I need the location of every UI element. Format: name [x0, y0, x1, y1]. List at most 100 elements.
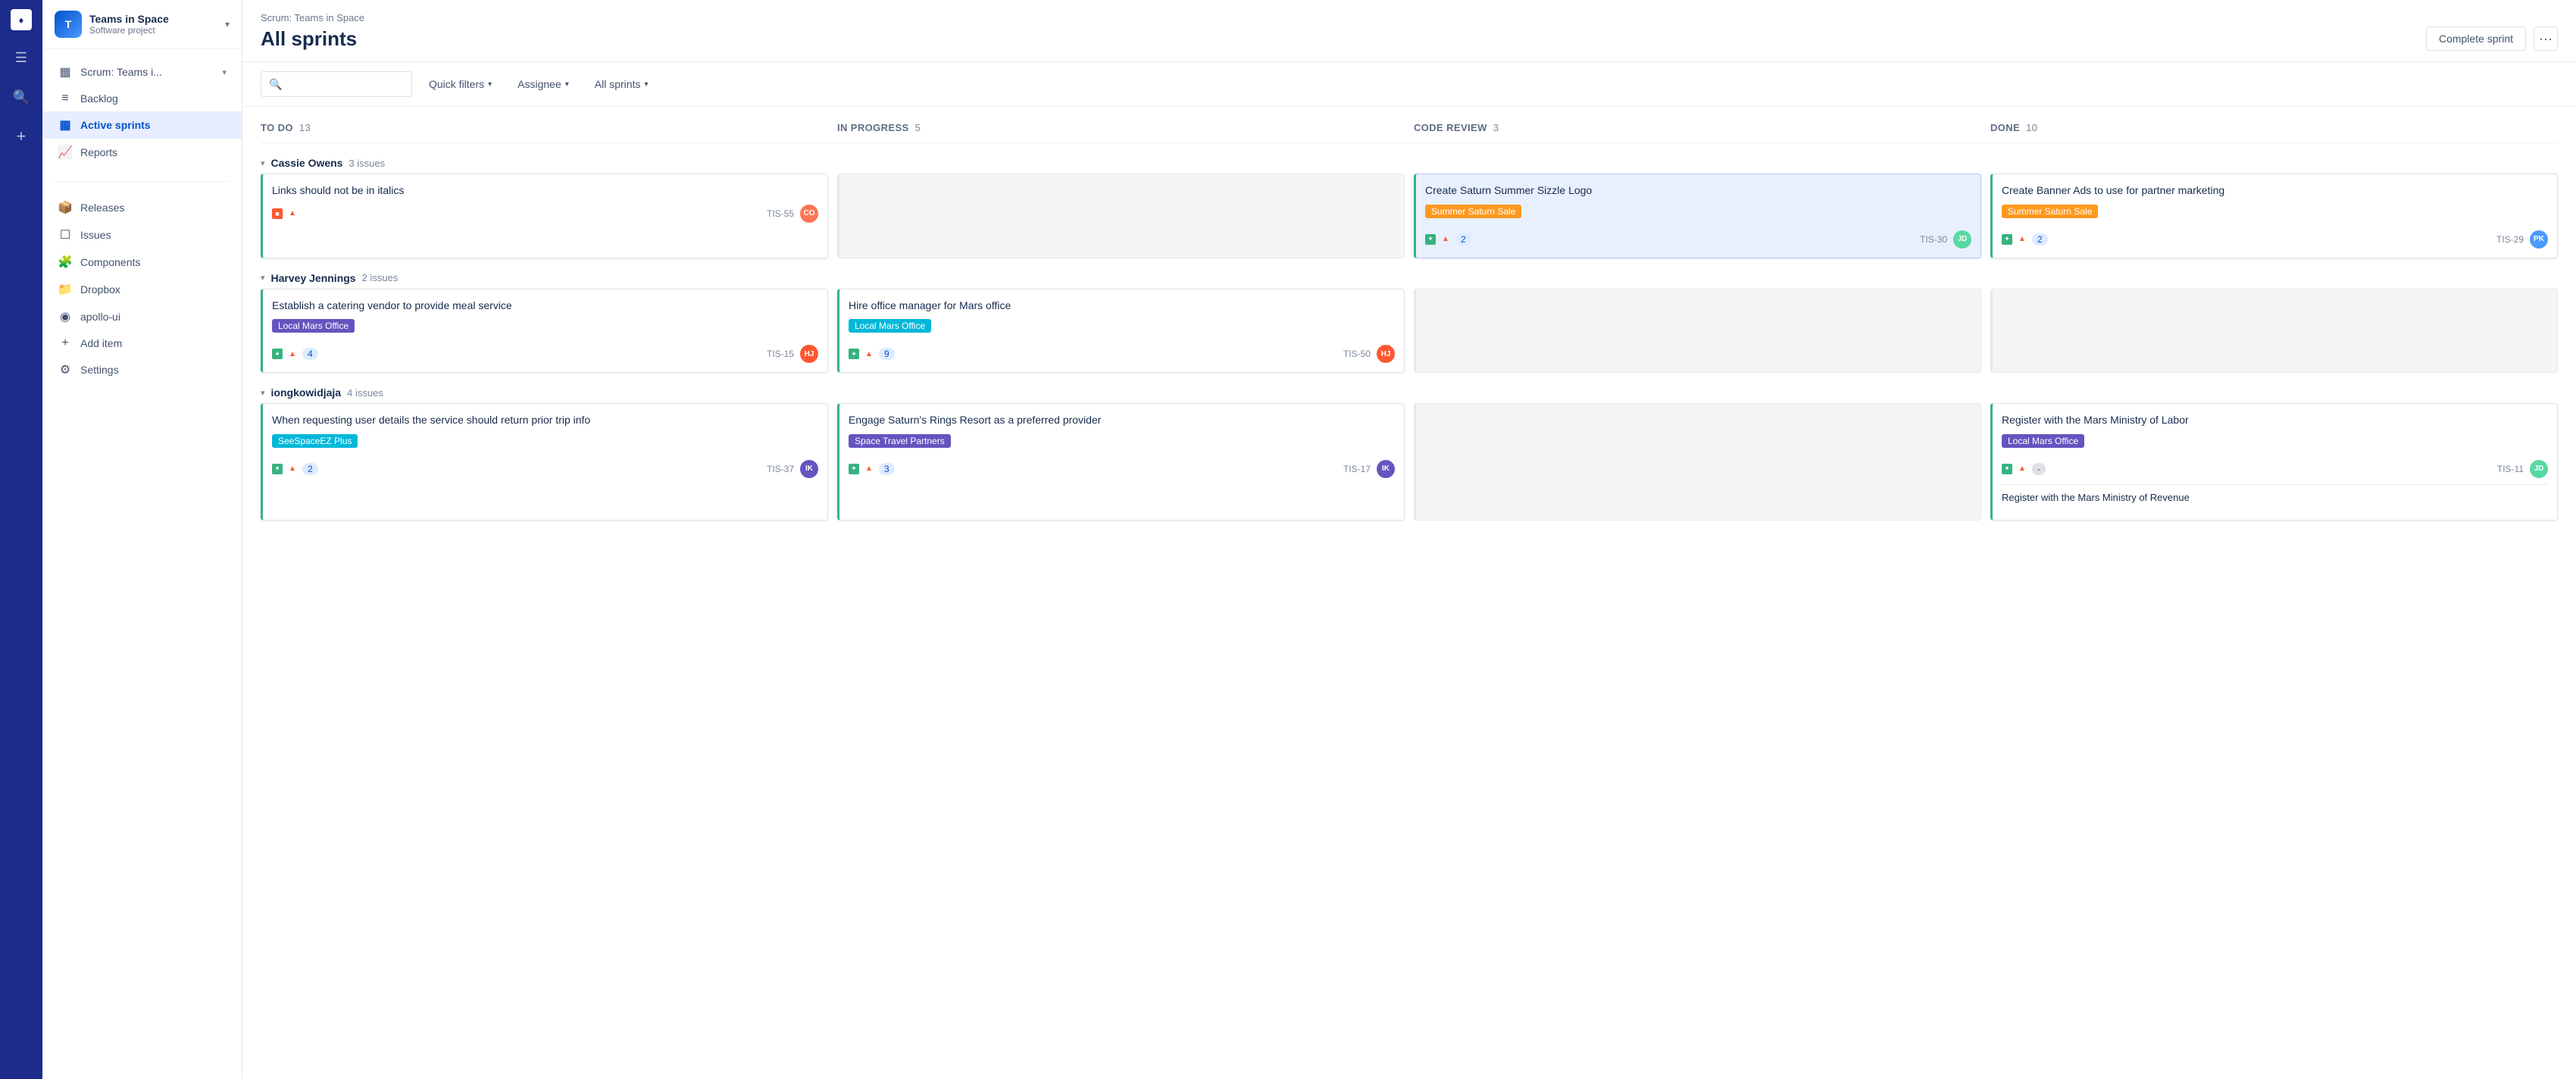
priority-icon-tis-17: ▲: [864, 464, 874, 474]
sidebar-item-settings[interactable]: ⚙ Settings: [42, 356, 242, 383]
card-partial-revenue: Register with the Mars Ministry of Reven…: [2002, 484, 2548, 505]
card-meta-tis-11: ✦ ▲ -: [2002, 463, 2046, 475]
card-footer-tis-29: ✦ ▲ 2 TIS-29 PK: [2002, 230, 2548, 249]
assignee-toggle-cassie: ▾: [261, 158, 265, 168]
sidebar-item-active-sprints[interactable]: ▦ Active sprints: [42, 111, 242, 139]
card-tis-15[interactable]: Establish a catering vendor to provide m…: [261, 289, 828, 374]
sidebar-item-backlog[interactable]: ≡ Backlog: [42, 86, 242, 111]
harvey-cards-grid: Establish a catering vendor to provide m…: [261, 289, 2558, 374]
components-icon: 🧩: [58, 255, 73, 270]
topbar-actions: Complete sprint ···: [2426, 27, 2558, 51]
quick-filters-label: Quick filters: [429, 78, 484, 90]
project-chevron-icon[interactable]: ▾: [225, 19, 230, 30]
card-footer-tis-37: ✦ ▲ 2 TIS-37 IK: [272, 460, 818, 478]
card-id-tis-55: TIS-55: [767, 208, 794, 219]
priority-icon-tis-55: ▲: [287, 208, 298, 219]
card-right-tis-30: TIS-30 JD: [1920, 230, 1971, 249]
card-tis-37[interactable]: When requesting user details the service…: [261, 403, 828, 521]
all-sprints-button[interactable]: All sprints ▾: [586, 73, 658, 95]
search-box[interactable]: 🔍: [261, 71, 412, 97]
assignee-row-iong[interactable]: ▾ iongkowidjaja 4 issues: [261, 379, 2558, 403]
card-meta-tis-55: ■ ▲: [272, 208, 298, 219]
assignee-name-cassie: Cassie Owens: [271, 157, 343, 169]
assignee-name-iong: iongkowidjaja: [271, 386, 342, 399]
story-icon-tis-37: ✦: [272, 464, 283, 474]
assignee-section-iong: ▾ iongkowidjaja 4 issues When requesting…: [261, 379, 2558, 521]
badge-tis-15: 4: [302, 348, 318, 360]
assignee-filter-button[interactable]: Assignee ▾: [508, 73, 578, 95]
assignee-row-harvey[interactable]: ▾ Harvey Jennings 2 issues: [261, 264, 2558, 289]
project-header[interactable]: T Teams in Space Software project ▾: [42, 0, 242, 49]
story-icon-tis-30: ✦: [1425, 234, 1436, 245]
sidebar-divider: [55, 181, 230, 182]
priority-icon-tis-30: ▲: [1440, 234, 1451, 245]
avatar-tis-15: HJ: [800, 345, 818, 363]
settings-icon: ⚙: [58, 362, 73, 377]
story-icon-tis-15: ✦: [272, 349, 283, 359]
card-empty-harvey-3: [1414, 289, 1981, 374]
project-info: Teams in Space Software project: [89, 13, 217, 36]
sidebar-item-apollo-ui[interactable]: ◉ apollo-ui: [42, 303, 242, 330]
assignee-name-harvey: Harvey Jennings: [271, 272, 356, 284]
card-tis-55[interactable]: Links should not be in italics ■ ▲ TIS-5…: [261, 174, 828, 258]
complete-sprint-button[interactable]: Complete sprint: [2426, 27, 2526, 51]
card-right-tis-15: TIS-15 HJ: [767, 345, 818, 363]
columns-header: TO DO 13 IN PROGRESS 5 CODE REVIEW 3 DON…: [261, 107, 2558, 143]
badge-tis-11: -: [2032, 463, 2046, 475]
story-icon-tis-11: ✦: [2002, 464, 2012, 474]
card-tis-30[interactable]: Create Saturn Summer Sizzle Logo Summer …: [1414, 174, 1981, 258]
card-id-tis-37: TIS-37: [767, 464, 794, 474]
add-item-icon: +: [58, 336, 73, 350]
card-title-tis-55: Links should not be in italics: [272, 183, 818, 199]
card-right-tis-37: TIS-37 IK: [767, 460, 818, 478]
tag-tis-50: Local Mars Office: [849, 319, 931, 333]
sidebar-item-add-item[interactable]: + Add item: [42, 330, 242, 356]
sidebar-nav: ▦ Scrum: Teams i... ▾ ≡ Backlog ▦ Active…: [42, 49, 242, 175]
card-meta-tis-17: ✦ ▲ 3: [849, 463, 895, 475]
card-tis-17[interactable]: Engage Saturn's Rings Resort as a prefer…: [837, 403, 1405, 521]
search-rail-icon[interactable]: 🔍: [9, 85, 33, 109]
sidebar-item-dropbox[interactable]: 📁 Dropbox: [42, 276, 242, 303]
story-icon-tis-29: ✦: [2002, 234, 2012, 245]
card-tis-50[interactable]: Hire office manager for Mars office Loca…: [837, 289, 1405, 374]
card-tis-29[interactable]: Create Banner Ads to use for partner mar…: [1990, 174, 2558, 258]
scrum-chevron-icon: ▾: [222, 67, 227, 77]
card-tis-11[interactable]: Register with the Mars Ministry of Labor…: [1990, 403, 2558, 521]
sidebar-item-add-item-label: Add item: [80, 337, 122, 349]
sidebar-item-scrum[interactable]: ▦ Scrum: Teams i... ▾: [42, 58, 242, 86]
app-logo[interactable]: ♦: [11, 9, 32, 30]
sidebar-item-issues[interactable]: ☐ Issues: [42, 221, 242, 249]
topbar: Scrum: Teams in Space All sprints Comple…: [242, 0, 2576, 62]
assignee-section-harvey: ▾ Harvey Jennings 2 issues Establish a c…: [261, 264, 2558, 374]
tag-tis-29: Summer Saturn Sale: [2002, 205, 2098, 218]
reports-icon: 📈: [58, 145, 73, 160]
avatar-tis-55: CO: [800, 205, 818, 223]
card-title-tis-11: Register with the Mars Ministry of Labor: [2002, 413, 2548, 428]
card-id-tis-15: TIS-15: [767, 349, 794, 359]
avatar-tis-50: HJ: [1377, 345, 1395, 363]
sidebar-item-releases[interactable]: 📦 Releases: [42, 194, 242, 221]
card-right-tis-17: TIS-17 IK: [1343, 460, 1395, 478]
project-name: Teams in Space: [89, 13, 217, 25]
add-rail-icon[interactable]: +: [9, 124, 33, 149]
assignee-issues-cassie: 3 issues: [349, 158, 385, 169]
sidebar-item-apollo-ui-label: apollo-ui: [80, 311, 120, 323]
menu-icon[interactable]: ☰: [9, 45, 33, 70]
quick-filters-chevron-icon: ▾: [488, 80, 492, 89]
col-header-todo: TO DO 13: [261, 119, 828, 136]
iong-cards-grid: When requesting user details the service…: [261, 403, 2558, 521]
sidebar-item-reports[interactable]: 📈 Reports: [42, 139, 242, 166]
tag-tis-11: Local Mars Office: [2002, 434, 2084, 448]
more-options-button[interactable]: ···: [2534, 27, 2558, 51]
search-input[interactable]: [286, 79, 404, 90]
quick-filters-button[interactable]: Quick filters ▾: [420, 73, 501, 95]
sidebar-item-components[interactable]: 🧩 Components: [42, 249, 242, 276]
sidebar-item-settings-label: Settings: [80, 364, 119, 376]
card-title-tis-50: Hire office manager for Mars office: [849, 299, 1395, 314]
card-empty-harvey-4: [1990, 289, 2558, 374]
card-empty-cassie-2: [837, 174, 1405, 258]
assignee-row-cassie[interactable]: ▾ Cassie Owens 3 issues: [261, 149, 2558, 174]
avatar-tis-37: IK: [800, 460, 818, 478]
sidebar-item-active-sprints-label: Active sprints: [80, 119, 151, 131]
badge-tis-29: 2: [2032, 233, 2048, 246]
